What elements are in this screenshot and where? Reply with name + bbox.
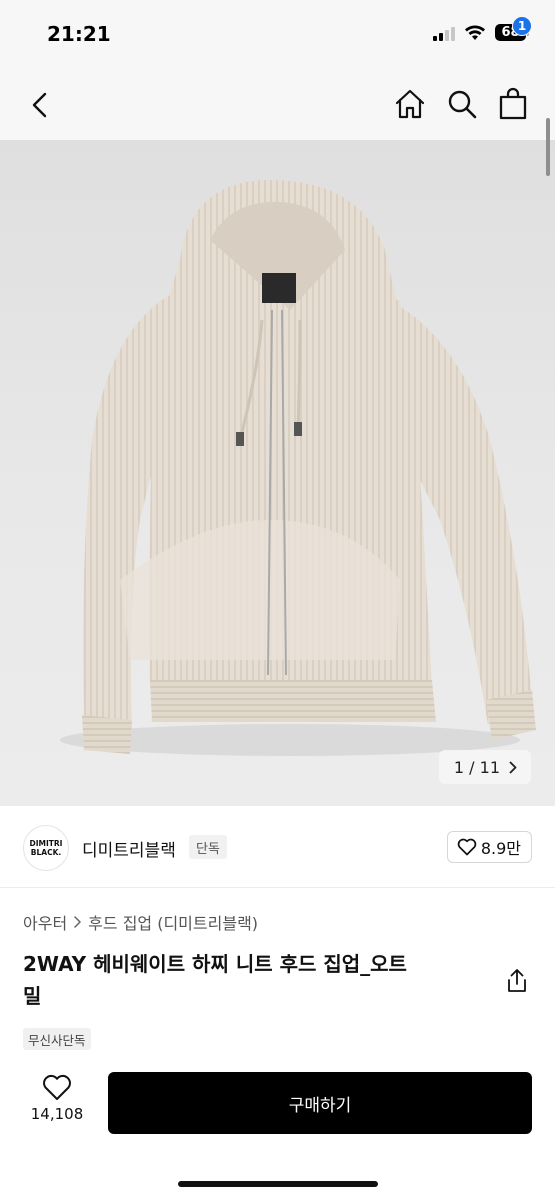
brand-logo[interactable]: DIMITRI BLACK. xyxy=(23,825,69,871)
product-image-gallery[interactable]: 1 / 11 xyxy=(0,140,555,806)
product-image xyxy=(60,180,536,756)
bottom-action-bar: 14,108 구매하기 xyxy=(0,1058,555,1200)
brand-like-count: 8.9만 xyxy=(480,839,521,858)
breadcrumb: 아우터 후드 집업 (디미트리블랙) xyxy=(23,910,258,934)
product-title-line1: 2WAY 헤비웨이트 하찌 니트 후드 집업_오트 xyxy=(23,952,407,976)
scroll-indicator[interactable] xyxy=(546,118,550,176)
status-bar: 21:21 68 xyxy=(0,0,555,70)
brand-name[interactable]: 디미트리블랙 xyxy=(82,836,176,861)
home-icon[interactable] xyxy=(394,88,426,120)
shopping-bag-icon[interactable] xyxy=(497,87,529,121)
heart-icon xyxy=(43,1074,71,1100)
share-icon[interactable] xyxy=(505,968,529,994)
brand-logo-line1: DIMITRI xyxy=(29,839,63,848)
buy-button[interactable]: 구매하기 xyxy=(108,1072,532,1134)
wifi-icon xyxy=(465,25,485,40)
home-indicator xyxy=(178,1181,378,1187)
brand-like-button[interactable]: 8.9만 xyxy=(446,831,532,863)
back-arrow-icon[interactable] xyxy=(26,90,56,120)
brand-logo-line2: BLACK. xyxy=(30,848,62,857)
chevron-right-icon xyxy=(509,761,517,773)
status-time: 21:21 xyxy=(47,22,111,46)
product-title-line2: 밀 xyxy=(23,984,42,1008)
chevron-right-icon xyxy=(74,916,81,928)
app-header xyxy=(0,70,555,140)
heart-icon xyxy=(457,838,477,856)
wishlist-count: 14,108 xyxy=(30,1105,84,1123)
breadcrumb-item[interactable]: 아우터 xyxy=(23,910,67,934)
brand-row[interactable]: DIMITRI BLACK. 디미트리블랙 단독 8.9만 xyxy=(0,806,555,888)
cellular-signal-icon xyxy=(433,25,455,41)
wishlist-button[interactable]: 14,108 xyxy=(22,1074,92,1136)
image-counter[interactable]: 1 / 11 xyxy=(438,750,531,784)
brand-exclusive-tag: 단독 xyxy=(189,835,227,859)
image-counter-text: 1 / 11 xyxy=(453,757,500,777)
product-title: 2WAY 헤비웨이트 하찌 니트 후드 집업_오트 밀 xyxy=(23,948,478,1012)
exclusive-badge: 무신사단독 xyxy=(23,1028,91,1050)
search-icon[interactable] xyxy=(446,88,478,120)
breadcrumb-item[interactable]: 후드 집업 (디미트리블랙) xyxy=(88,910,258,934)
cart-count-badge: 1 xyxy=(512,16,532,36)
